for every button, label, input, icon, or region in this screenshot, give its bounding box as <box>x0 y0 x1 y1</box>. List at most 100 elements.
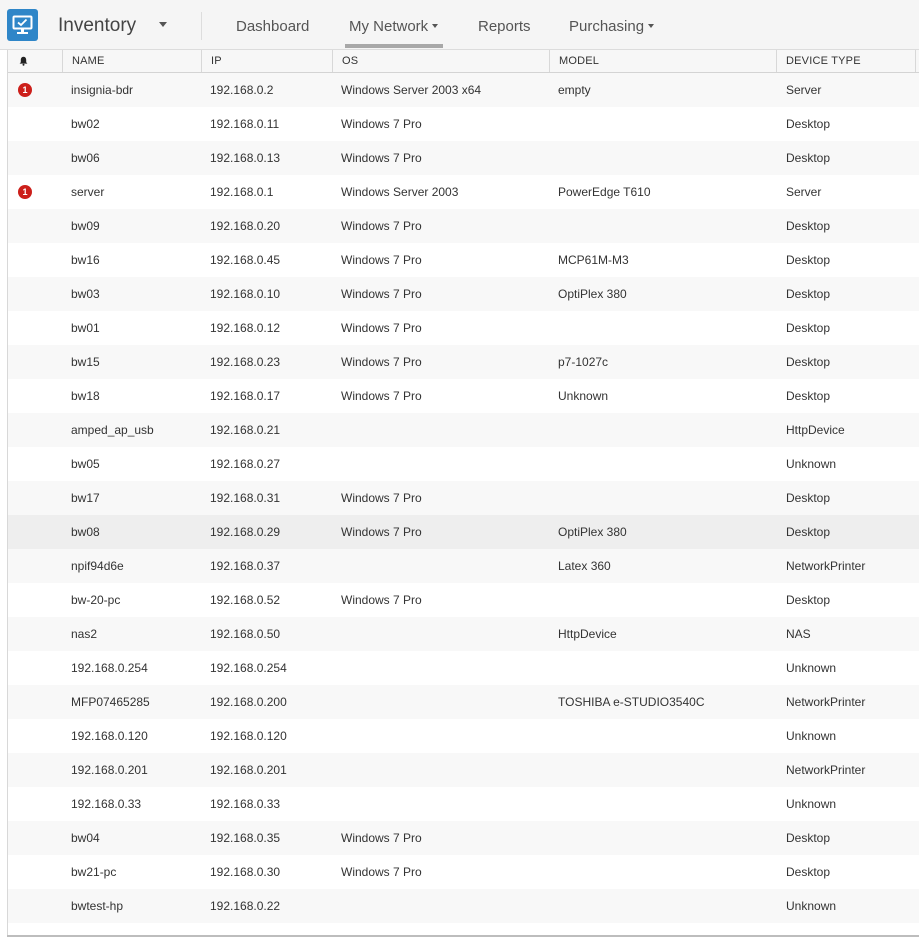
table-row[interactable]: bw01 192.168.0.12 Windows 7 Pro Desktop <box>8 311 919 345</box>
cell-name: 192.168.0.120 <box>71 729 148 743</box>
nav-dashboard[interactable]: Dashboard <box>236 18 309 35</box>
cell-name: bw16 <box>71 253 100 267</box>
column-header-model[interactable]: MODEL <box>550 50 777 72</box>
table-row[interactable]: 1 server 192.168.0.1 Windows Server 2003 Pow… <box>8 175 919 209</box>
cell-device-type: Desktop <box>786 287 831 301</box>
table-row[interactable]: bw08 192.168.0.29 Windows 7 Pro OptiPlex 38… <box>8 515 919 549</box>
column-header-alerts[interactable] <box>8 50 63 72</box>
app-menu-chevron-down-icon[interactable] <box>159 22 167 27</box>
cell-device-type: Desktop <box>786 865 831 879</box>
cell-device-type: Desktop <box>786 593 831 607</box>
cell-os: Windows 7 Pro <box>341 355 422 369</box>
table-row[interactable]: bw03 192.168.0.10 Windows 7 Pro OptiPlex 38… <box>8 277 919 311</box>
table-row[interactable]: amped_ap_usb 192.168.0.21 HttpDevice <box>8 413 919 447</box>
cell-name: bw21-pc <box>71 865 117 879</box>
cell-ip: 192.168.0.12 <box>210 321 281 335</box>
cell-os: Windows 7 Pro <box>341 865 422 879</box>
cell-device-type: Desktop <box>786 355 831 369</box>
cell-os: Windows 7 Pro <box>341 491 422 505</box>
cell-name: MFP07465285 <box>71 695 150 709</box>
column-header-ip[interactable]: IP <box>202 50 333 72</box>
table-row[interactable]: nas2 192.168.0.50 HttpDevice NAS <box>8 617 919 651</box>
alert-count-badge[interactable]: 1 <box>18 185 32 199</box>
cell-ip: 192.168.0.201 <box>210 763 287 777</box>
alert-count-badge[interactable]: 1 <box>18 83 32 97</box>
nav-dashboard-label: Dashboard <box>236 18 310 35</box>
table-row[interactable]: bwtest-hp 192.168.0.22 Unknown <box>8 889 919 923</box>
cell-device-type: Desktop <box>786 525 831 539</box>
table-row[interactable]: bw09 192.168.0.20 Windows 7 Pro Desktop <box>8 209 919 243</box>
cell-name: bw15 <box>71 355 100 369</box>
table-row[interactable]: npif94d6e 192.168.0.37 Latex 360 NetworkPri… <box>8 549 919 583</box>
cell-model: TOSHIBA e-STUDIO3540C <box>558 695 705 709</box>
cell-name: bw01 <box>71 321 100 335</box>
table-row[interactable]: bw17 192.168.0.31 Windows 7 Pro Desktop <box>8 481 919 515</box>
cell-name: bw02 <box>71 117 100 131</box>
cell-name: server <box>71 185 105 199</box>
table-row[interactable]: bw04 192.168.0.35 Windows 7 Pro Desktop <box>8 821 919 855</box>
cell-os: Windows 7 Pro <box>341 321 422 335</box>
table-row[interactable]: bw05 192.168.0.27 Unknown <box>8 447 919 481</box>
column-header-os[interactable]: OS <box>333 50 550 72</box>
table-row[interactable]: 1 insignia-bdr 192.168.0.2 Windows Server 2… <box>8 73 919 107</box>
cell-os: Windows 7 Pro <box>341 253 422 267</box>
cell-device-type: NetworkPrinter <box>786 559 866 573</box>
cell-name: bw03 <box>71 287 100 301</box>
monitor-icon[interactable] <box>7 9 38 41</box>
cell-device-type: Server <box>786 185 822 199</box>
cell-ip: 192.168.0.45 <box>210 253 281 267</box>
cell-ip: 192.168.0.11 <box>210 117 280 131</box>
column-header-name[interactable]: NAME <box>63 50 202 72</box>
cell-device-type: Desktop <box>786 253 831 267</box>
table-header: NAME IP OS MODEL DEVICE TYPE <box>8 50 919 73</box>
table-row[interactable]: bw21-pc 192.168.0.30 Windows 7 Pro Desktop <box>8 855 919 889</box>
cell-ip: 192.168.0.23 <box>210 355 281 369</box>
table-row[interactable]: bw02 192.168.0.11 Windows 7 Pro Desktop <box>8 107 919 141</box>
cell-device-type: Server <box>786 83 822 97</box>
cell-name: bw08 <box>71 525 100 539</box>
cell-device-type: Unknown <box>786 797 837 811</box>
table-row[interactable]: bw15 192.168.0.23 Windows 7 Pro p7-1027c Des… <box>8 345 919 379</box>
divider <box>201 12 202 40</box>
cell-model: p7-1027c <box>558 355 609 369</box>
table-row[interactable]: bw18 192.168.0.17 Windows 7 Pro Unknown Desk… <box>8 379 919 413</box>
cell-name: nas2 <box>71 627 98 641</box>
cell-name: bwtest-hp <box>71 899 124 913</box>
cell-name: npif94d6e <box>71 559 124 573</box>
table-row[interactable]: 192.168.0.120 192.168.0.120 Unknown <box>8 719 919 753</box>
cell-name: 192.168.0.254 <box>71 661 148 675</box>
column-header-device-type[interactable]: DEVICE TYPE <box>777 50 916 72</box>
cell-ip: 192.168.0.37 <box>210 559 281 573</box>
inventory-table: NAME IP OS MODEL DEVICE TYPE 1 insignia-b… <box>7 50 919 937</box>
nav-purchasing-label: Purchasing <box>569 18 645 35</box>
table-row[interactable]: 192.168.0.201 192.168.0.201 NetworkPrinter <box>8 753 919 787</box>
cell-device-type: NAS <box>786 627 811 641</box>
table-row[interactable]: bw-20-pc 192.168.0.52 Windows 7 Pro Desktop <box>8 583 919 617</box>
cell-model: Latex 360 <box>558 559 611 573</box>
cell-ip: 192.168.0.30 <box>210 865 281 879</box>
table-row[interactable]: bw06 192.168.0.13 Windows 7 Pro Desktop <box>8 141 919 175</box>
cell-device-type: Desktop <box>786 117 831 131</box>
cell-name: bw06 <box>71 151 100 165</box>
table-row[interactable]: 192.168.0.254 192.168.0.254 Unknown <box>8 651 919 685</box>
cell-model: empty <box>558 83 591 97</box>
cell-device-type: Desktop <box>786 491 831 505</box>
cell-model: OptiPlex 380 <box>558 287 627 301</box>
cell-device-type: Desktop <box>786 321 831 335</box>
nav-reports[interactable]: Reports <box>478 18 531 35</box>
cell-ip: 192.168.0.13 <box>210 151 281 165</box>
nav-my-network[interactable]: My Network <box>349 18 439 35</box>
table-row[interactable]: MFP07465285 192.168.0.200 TOSHIBA e-STUDIO… <box>8 685 919 719</box>
bell-icon <box>19 56 28 66</box>
table-row[interactable]: bw16 192.168.0.45 Windows 7 Pro MCP61M-M3 De… <box>8 243 919 277</box>
cell-ip: 192.168.0.2 <box>210 83 274 97</box>
app-title[interactable]: Inventory <box>58 15 136 37</box>
cell-name: bw-20-pc <box>71 593 121 607</box>
cell-name: 192.168.0.33 <box>71 797 142 811</box>
nav-purchasing[interactable]: Purchasing <box>569 18 655 35</box>
cell-ip: 192.168.0.120 <box>210 729 287 743</box>
table-row[interactable]: 192.168.0.33 192.168.0.33 Unknown <box>8 787 919 821</box>
nav-reports-label: Reports <box>478 18 531 35</box>
cell-ip: 192.168.0.20 <box>210 219 281 233</box>
cell-model: PowerEdge T610 <box>558 185 651 199</box>
